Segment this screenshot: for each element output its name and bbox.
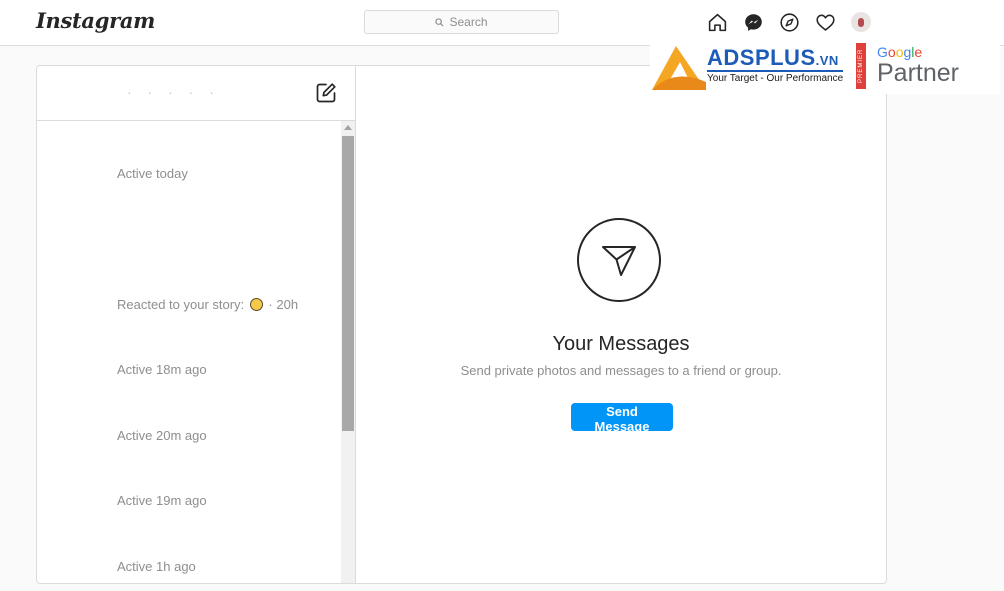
adsplus-tagline: Your Target - Our Performance — [707, 70, 844, 84]
direct-messages-panel: · · · · · Active today Reacted to your s… — [36, 65, 887, 584]
search-icon — [435, 17, 444, 27]
laughing-emoji-icon — [249, 298, 263, 311]
messenger-icon[interactable] — [742, 11, 764, 33]
list-item[interactable]: Active today — [37, 138, 341, 202]
thread-status-prefix: Reacted to your story: — [117, 297, 245, 312]
new-message-button[interactable] — [314, 81, 338, 105]
list-item[interactable]: Active 18m ago — [37, 334, 341, 398]
adsplus-brand: ADSPLUS.VN — [707, 45, 839, 70]
list-item[interactable]: Active 19m ago — [37, 465, 341, 529]
avatar — [57, 277, 113, 333]
avatar — [57, 146, 113, 202]
inbox-header: · · · · · — [37, 66, 355, 121]
thread-status: Reacted to your story: · 20h — [117, 297, 298, 312]
account-name[interactable]: · · · · · — [127, 84, 220, 100]
google-partner-label: Partner — [877, 59, 959, 87]
avatar — [57, 539, 113, 583]
adsplus-logo-icon — [652, 46, 706, 90]
send-message-button[interactable]: Send Message — [571, 403, 673, 434]
list-item[interactable] — [37, 203, 341, 267]
thread-status: Active today — [117, 166, 188, 181]
thread-status: Active 18m ago — [117, 362, 207, 377]
paper-plane-icon — [602, 246, 636, 276]
home-icon[interactable] — [706, 11, 728, 33]
thread-status: Active 1h ago — [117, 559, 196, 574]
profile-avatar[interactable] — [850, 11, 872, 33]
inbox-column: · · · · · Active today Reacted to your s… — [37, 66, 356, 583]
direct-icon-circle — [577, 218, 661, 302]
avatar — [57, 473, 113, 529]
thread-status: Active 20m ago — [117, 428, 207, 443]
adsplus-partner-banner: ADSPLUS.VN Your Target - Our Performance… — [650, 40, 1000, 94]
thread-status: Active 19m ago — [117, 493, 207, 508]
avatar — [851, 12, 871, 32]
compose-icon — [316, 83, 336, 103]
messages-empty-state: Your Messages Send private photos and me… — [356, 66, 886, 583]
heart-icon[interactable] — [814, 11, 836, 33]
nav-icons — [706, 11, 872, 33]
list-item[interactable]: Reacted to your story: · 20h — [37, 269, 341, 333]
instagram-logo[interactable]: Instagram — [36, 8, 155, 33]
thread-list: Active today Reacted to your story: · 20… — [37, 121, 341, 583]
search-input[interactable]: Search — [364, 10, 559, 34]
page-title: Your Messages — [552, 333, 690, 355]
thread-status-suffix: · 20h — [268, 297, 299, 312]
search-placeholder: Search — [449, 15, 488, 29]
empty-state-description: Send private photos and messages to a fr… — [460, 363, 782, 378]
list-item[interactable]: Active 20m ago — [37, 400, 341, 464]
premier-badge: PREMIER — [856, 43, 866, 89]
scrollbar[interactable] — [341, 121, 355, 583]
avatar — [57, 342, 113, 398]
avatar — [57, 408, 113, 464]
list-item[interactable]: Active 1h ago — [37, 531, 341, 583]
explore-icon[interactable] — [778, 11, 800, 33]
avatar — [57, 211, 113, 267]
google-wordmark: Google — [877, 44, 923, 60]
scroll-thumb[interactable] — [342, 136, 354, 431]
scroll-up-arrow-icon[interactable] — [344, 125, 352, 130]
